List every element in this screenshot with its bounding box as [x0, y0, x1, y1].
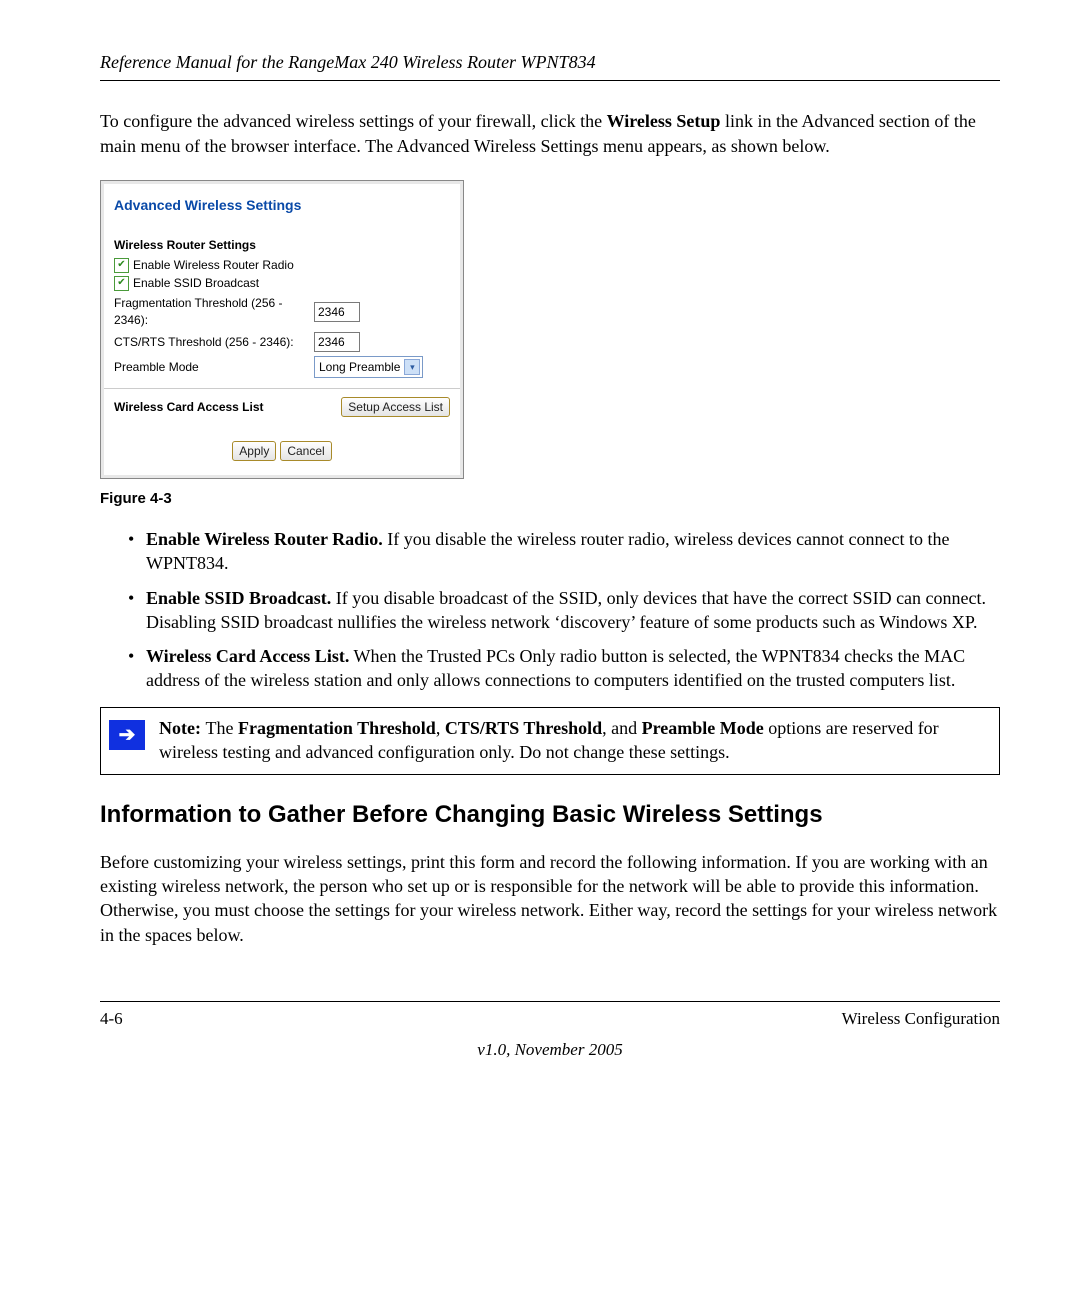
chevron-down-icon: ▾: [404, 359, 420, 375]
row-enable-ssid: ✔ Enable SSID Broadcast: [114, 275, 450, 291]
intro-paragraph: To configure the advanced wireless setti…: [100, 109, 1000, 158]
note-b3: Preamble Mode: [642, 718, 764, 738]
row-preamble: Preamble Mode Long Preamble ▾: [114, 356, 450, 378]
list-item: Wireless Card Access List. When the Trus…: [128, 644, 1000, 693]
label-enable-radio: Enable Wireless Router Radio: [133, 257, 294, 273]
settings-panel-frame: Advanced Wireless Settings Wireless Rout…: [100, 180, 464, 479]
row-access-list: Wireless Card Access List Setup Access L…: [114, 397, 450, 417]
row-frag-threshold: Fragmentation Threshold (256 - 2346):: [114, 295, 450, 327]
settings-panel: Advanced Wireless Settings Wireless Rout…: [104, 184, 460, 475]
footer-page-number: 4-6: [100, 1008, 123, 1031]
intro-pre: To configure the advanced wireless setti…: [100, 111, 607, 131]
note-b1: Fragmentation Threshold: [238, 718, 436, 738]
note-lead: Note:: [159, 718, 205, 738]
footer: 4-6 Wireless Configuration v1.0, Novembe…: [100, 1001, 1000, 1062]
input-cts-threshold[interactable]: [314, 332, 360, 352]
note-c2: , and: [602, 718, 642, 738]
label-preamble: Preamble Mode: [114, 359, 314, 375]
input-frag-threshold[interactable]: [314, 302, 360, 322]
panel-divider: [104, 388, 460, 389]
panel-action-buttons: Apply Cancel: [114, 441, 450, 461]
list-item: Enable Wireless Router Radio. If you dis…: [128, 527, 1000, 576]
label-cts-threshold: CTS/RTS Threshold (256 - 2346):: [114, 334, 314, 350]
footer-section-name: Wireless Configuration: [842, 1008, 1000, 1031]
row-enable-radio: ✔ Enable Wireless Router Radio: [114, 257, 450, 273]
bullet-bold: Enable SSID Broadcast.: [146, 588, 331, 608]
page-header: Reference Manual for the RangeMax 240 Wi…: [100, 50, 1000, 81]
note-b2: CTS/RTS Threshold: [445, 718, 602, 738]
label-frag-threshold: Fragmentation Threshold (256 - 2346):: [114, 295, 314, 327]
checkbox-enable-radio[interactable]: ✔: [114, 258, 129, 273]
select-preamble[interactable]: Long Preamble ▾: [314, 356, 423, 378]
list-item: Enable SSID Broadcast. If you disable br…: [128, 586, 1000, 635]
panel-section-router-settings: Wireless Router Settings: [114, 237, 450, 253]
note-text: Note: The Fragmentation Threshold, CTS/R…: [159, 716, 987, 765]
intro-bold: Wireless Setup: [607, 111, 721, 131]
select-preamble-value: Long Preamble: [319, 359, 400, 375]
figure-caption: Figure 4-3: [100, 489, 1000, 509]
note-mid1: The: [205, 718, 237, 738]
bullet-bold: Enable Wireless Router Radio.: [146, 529, 383, 549]
section-paragraph: Before customizing your wireless setting…: [100, 850, 1000, 947]
section-heading: Information to Gather Before Changing Ba…: [100, 799, 1000, 831]
bullet-bold: Wireless Card Access List.: [146, 646, 349, 666]
row-cts-threshold: CTS/RTS Threshold (256 - 2346):: [114, 332, 450, 352]
label-access-list: Wireless Card Access List: [114, 399, 264, 415]
note-c1: ,: [436, 718, 445, 738]
bulleted-list: Enable Wireless Router Radio. If you dis…: [128, 527, 1000, 693]
apply-button[interactable]: Apply: [232, 441, 276, 461]
panel-title: Advanced Wireless Settings: [114, 192, 450, 233]
setup-access-list-button[interactable]: Setup Access List: [341, 397, 450, 417]
label-enable-ssid: Enable SSID Broadcast: [133, 275, 259, 291]
cancel-button[interactable]: Cancel: [280, 441, 331, 461]
arrow-right-icon: ➔: [109, 720, 145, 750]
footer-version: v1.0, November 2005: [100, 1039, 1000, 1062]
note-box: ➔ Note: The Fragmentation Threshold, CTS…: [100, 707, 1000, 776]
checkbox-enable-ssid[interactable]: ✔: [114, 276, 129, 291]
